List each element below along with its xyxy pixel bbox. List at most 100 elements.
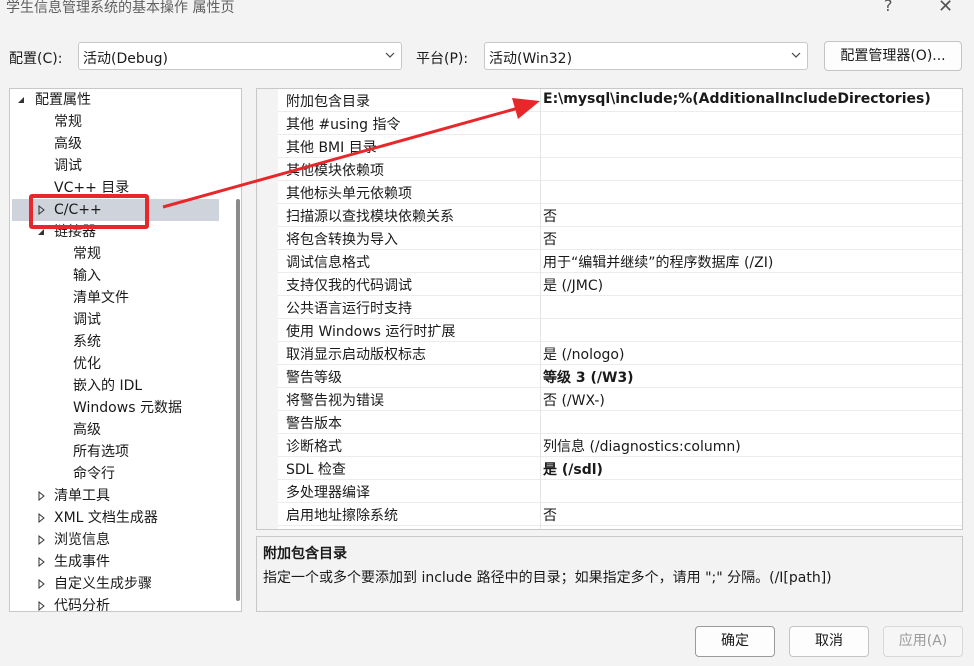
tree-item-browse-info[interactable]: 浏览信息: [36, 529, 110, 551]
tree-item-linker[interactable]: 链接器: [36, 221, 96, 243]
property-value[interactable]: 否: [543, 505, 557, 525]
tree-label: C/C++: [54, 202, 102, 218]
property-row[interactable]: 其他 #using 指令: [278, 112, 962, 135]
tree-item-linker-child[interactable]: 输入: [73, 265, 101, 287]
tree-label: 嵌入的 IDL: [73, 378, 143, 394]
tree-label: 浏览信息: [54, 532, 110, 548]
apply-button[interactable]: 应用(A): [883, 626, 963, 657]
tree-item-linker-child[interactable]: Windows 元数据: [73, 397, 182, 419]
property-row[interactable]: 诊断格式 列信息 (/diagnostics:column): [278, 434, 962, 457]
tree-item-advanced[interactable]: 高级: [54, 133, 82, 155]
tree-item-linker-child[interactable]: 所有选项: [73, 441, 129, 463]
tree-item-linker-child[interactable]: 常规: [73, 243, 101, 265]
tree-item-manifest-tool[interactable]: 清单工具: [36, 485, 110, 507]
property-row[interactable]: 使用 Windows 运行时扩展: [278, 319, 962, 342]
property-row[interactable]: 扫描源以查找模块依赖关系 否: [278, 204, 962, 227]
property-name: 将包含转换为导入: [286, 232, 398, 248]
property-row[interactable]: 附加包含目录 E:\mysql\include;%(AdditionalInclu…: [278, 89, 962, 112]
grid-gutter: [257, 89, 278, 529]
property-value[interactable]: 是 (/JMC): [543, 275, 603, 295]
property-value[interactable]: 是 (/nologo): [543, 344, 624, 364]
property-name: 使用 Windows 运行时扩展: [286, 324, 456, 340]
tree-label: 高级: [54, 136, 82, 152]
tree-item-general[interactable]: 常规: [54, 111, 82, 133]
tree-item-vc-directories[interactable]: VC++ 目录: [54, 177, 129, 199]
property-row[interactable]: 启用地址擦除系统 否: [278, 503, 962, 526]
tree-label: 输入: [73, 268, 101, 284]
config-dropdown[interactable]: 活动(Debug): [78, 42, 402, 70]
property-row[interactable]: 取消显示启动版权标志 是 (/nologo): [278, 342, 962, 365]
property-value[interactable]: 否: [543, 206, 557, 226]
tree-item-linker-child[interactable]: 嵌入的 IDL: [73, 375, 142, 397]
property-name: 其他模块依赖项: [286, 163, 384, 179]
tree-item-linker-child[interactable]: 调试: [73, 309, 101, 331]
tree-item-root[interactable]: 配置属性: [16, 89, 91, 111]
property-value[interactable]: 列信息 (/diagnostics:column): [543, 436, 741, 456]
property-row[interactable]: 将包含转换为导入 否: [278, 227, 962, 250]
property-row[interactable]: 将警告视为错误 否 (/WX-): [278, 388, 962, 411]
tree-item-c-cpp[interactable]: C/C++: [36, 199, 102, 221]
chevron-down-icon: [385, 52, 395, 58]
property-tree[interactable]: 配置属性 常规 高级 调试 VC++ 目录 C/C++ 链接器 常规 输入 清单…: [9, 88, 242, 612]
property-row[interactable]: 多处理器编译: [278, 480, 962, 503]
description-text: 指定一个或多个要添加到 include 路径中的目录；如果指定多个，请用 ";"…: [263, 570, 832, 586]
collapsed-arrow-icon: [38, 513, 45, 523]
property-value[interactable]: E:\mysql\include;%(AdditionalIncludeDire…: [543, 91, 931, 107]
tree-label: 调试: [73, 312, 101, 328]
tree-item-build-events[interactable]: 生成事件: [36, 551, 110, 573]
config-manager-button[interactable]: 配置管理器(O)...: [824, 41, 962, 71]
property-name: 其他 #using 指令: [286, 117, 401, 133]
collapsed-arrow-icon: [38, 601, 45, 611]
property-row[interactable]: SDL 检查 是 (/sdl): [278, 457, 962, 480]
tree-item-linker-child[interactable]: 命令行: [73, 463, 115, 485]
property-row[interactable]: 支持仅我的代码调试 是 (/JMC): [278, 273, 962, 296]
property-name: 将警告视为错误: [286, 393, 384, 409]
property-row[interactable]: 警告版本: [278, 411, 962, 434]
property-value[interactable]: 等级 3 (/W3): [543, 367, 634, 387]
property-name: 附加包含目录: [286, 94, 370, 110]
tree-label: 调试: [54, 158, 82, 174]
property-name: 启用地址擦除系统: [286, 508, 398, 524]
platform-dropdown[interactable]: 活动(Win32): [484, 42, 808, 70]
description-panel: 附加包含目录 指定一个或多个要添加到 include 路径中的目录；如果指定多个…: [256, 536, 963, 612]
collapsed-arrow-icon: [38, 579, 45, 589]
property-row[interactable]: 其他模块依赖项: [278, 158, 962, 181]
property-name: 其他标头单元依赖项: [286, 186, 412, 202]
collapsed-arrow-icon: [38, 491, 45, 501]
property-grid[interactable]: 附加包含目录 E:\mysql\include;%(AdditionalInclu…: [256, 88, 963, 530]
ok-button[interactable]: 确定: [695, 626, 775, 657]
tree-label: 命令行: [73, 466, 115, 482]
property-row[interactable]: 公共语言运行时支持: [278, 296, 962, 319]
tree-label: 配置属性: [35, 92, 91, 108]
config-label: 配置(C):: [9, 51, 63, 67]
tree-item-debugging[interactable]: 调试: [54, 155, 82, 177]
tree-item-linker-child[interactable]: 清单文件: [73, 287, 129, 309]
tree-label: 常规: [73, 246, 101, 262]
tree-item-linker-child[interactable]: 优化: [73, 353, 101, 375]
close-button[interactable]: ✕: [938, 0, 953, 17]
tree-scrollbar[interactable]: [236, 199, 240, 601]
property-value[interactable]: 否 (/WX-): [543, 390, 605, 410]
tree-item-xml-doc[interactable]: XML 文档生成器: [36, 507, 158, 529]
tree-item-custom-build[interactable]: 自定义生成步骤: [36, 573, 152, 595]
tree-label: 代码分析: [54, 598, 110, 612]
tree-item-linker-child[interactable]: 系统: [73, 331, 101, 353]
tree-label: 高级: [73, 422, 101, 438]
platform-label: 平台(P):: [416, 51, 469, 67]
cancel-button[interactable]: 取消: [789, 626, 869, 657]
property-value[interactable]: 用于“编辑并继续”的程序数据库 (/ZI): [543, 252, 773, 272]
property-row[interactable]: 警告等级 等级 3 (/W3): [278, 365, 962, 388]
tree-item-linker-child[interactable]: 高级: [73, 419, 101, 441]
collapsed-arrow-icon: [38, 205, 45, 215]
tree-label: 常规: [54, 114, 82, 130]
property-value[interactable]: 否: [543, 229, 557, 249]
property-value[interactable]: 是 (/sdl): [543, 459, 603, 479]
tree-item-code-analysis[interactable]: 代码分析: [36, 595, 110, 612]
property-row[interactable]: 调试信息格式 用于“编辑并继续”的程序数据库 (/ZI): [278, 250, 962, 273]
help-button[interactable]: ?: [884, 0, 893, 15]
property-row[interactable]: 其他标头单元依赖项: [278, 181, 962, 204]
expanded-arrow-icon: [18, 97, 24, 103]
property-name: SDL 检查: [286, 462, 346, 478]
grid-column-divider[interactable]: [540, 89, 541, 529]
property-row[interactable]: 其他 BMI 目录: [278, 135, 962, 158]
